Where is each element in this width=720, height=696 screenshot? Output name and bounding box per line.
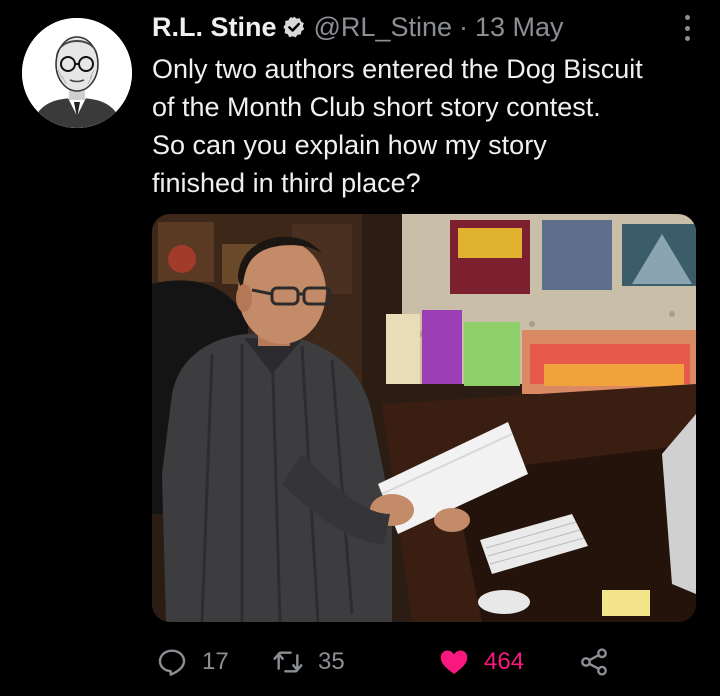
- retweet-count: 35: [318, 648, 345, 675]
- share-icon: [581, 648, 607, 676]
- retweet-icon: [273, 651, 303, 673]
- tweet-text-line: So can you explain how my story: [152, 130, 547, 160]
- like-button[interactable]: 464: [438, 646, 524, 678]
- like-count: 464: [484, 648, 525, 675]
- author-name[interactable]: R.L. Stine: [152, 12, 277, 43]
- author-handle[interactable]: @RL_Stine: [314, 12, 452, 43]
- tweet-photo[interactable]: [152, 214, 696, 622]
- tweet-text-line: finished in third place?: [152, 168, 421, 198]
- reply-count: 17: [202, 648, 229, 675]
- tweet-text-line: Only two authors entered the Dog Biscuit: [152, 54, 643, 84]
- verified-badge-icon: [282, 16, 304, 38]
- retweet-button[interactable]: 35: [272, 646, 345, 678]
- reply-icon: [158, 649, 186, 676]
- share-button[interactable]: [578, 646, 624, 678]
- tweet-actions-bar: 17 35 464: [152, 640, 622, 686]
- tweet-header: R.L. Stine @RL_Stine · 13 May: [152, 10, 692, 44]
- tweet-text-line: of the Month Club short story contest.: [152, 92, 601, 122]
- like-heart-icon: [440, 650, 468, 674]
- photo-man-reading-at-desk: [152, 214, 696, 622]
- tweet-text: Only two authors entered the Dog Biscuit…: [152, 50, 692, 202]
- header-separator: ·: [459, 11, 468, 42]
- reply-button[interactable]: 17: [156, 646, 229, 678]
- tweet-date[interactable]: 13 May: [475, 12, 564, 43]
- more-options-icon[interactable]: [676, 12, 698, 44]
- author-avatar[interactable]: [22, 18, 132, 128]
- avatar-illustration: [22, 18, 132, 128]
